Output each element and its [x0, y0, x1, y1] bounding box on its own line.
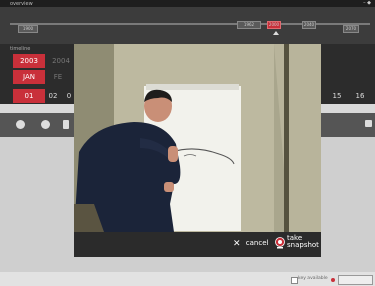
- overview-marker[interactable]: 2040: [302, 21, 316, 29]
- overview-marker[interactable]: 1962: [237, 21, 261, 29]
- day-cell-selected[interactable]: 01: [13, 89, 45, 103]
- people-icon[interactable]: [16, 120, 25, 129]
- snapshot-label-line2: snapshot: [287, 241, 319, 249]
- settings-icon[interactable]: [365, 120, 372, 127]
- person-icon[interactable]: [41, 120, 50, 129]
- cancel-label: cancel: [245, 239, 269, 247]
- month-cell[interactable]: FE: [50, 70, 66, 84]
- timeline-title: timeline: [10, 46, 31, 52]
- take-snapshot-button[interactable]: take snapshot: [275, 235, 319, 251]
- camera-snapshot-icon: [275, 237, 285, 249]
- day-cell[interactable]: 16: [353, 89, 367, 103]
- day-cell[interactable]: 0: [64, 89, 74, 103]
- cancel-button[interactable]: ✕ cancel: [233, 238, 268, 249]
- top-bar: overview – ◆: [0, 0, 375, 7]
- camera-preview: [74, 44, 321, 232]
- year-cell[interactable]: 2004: [50, 54, 72, 68]
- key-available-label: key available: [298, 276, 328, 281]
- list-icon[interactable]: [63, 120, 69, 129]
- overview-strip[interactable]: [0, 7, 375, 44]
- year-cell-selected[interactable]: 2003: [13, 54, 45, 68]
- overview-current-marker[interactable]: 2000: [267, 21, 281, 29]
- key-available-checkbox[interactable]: [291, 277, 298, 284]
- overview-marker[interactable]: 2070: [343, 25, 359, 33]
- key-input[interactable]: [338, 275, 373, 285]
- day-cell[interactable]: 02: [45, 89, 61, 103]
- day-cell[interactable]: 15: [330, 89, 344, 103]
- overview-line: [10, 23, 370, 25]
- overview-pointer-icon: [273, 31, 279, 35]
- key-status-icon: [331, 278, 335, 282]
- close-icon: ✕: [233, 239, 241, 249]
- snapshot-label: take snapshot: [287, 235, 319, 249]
- month-cell-selected[interactable]: JAN: [13, 70, 45, 84]
- window-controls[interactable]: – ◆: [363, 0, 371, 6]
- camera-preview-image: [74, 44, 321, 232]
- overview-marker[interactable]: 1900: [18, 25, 38, 33]
